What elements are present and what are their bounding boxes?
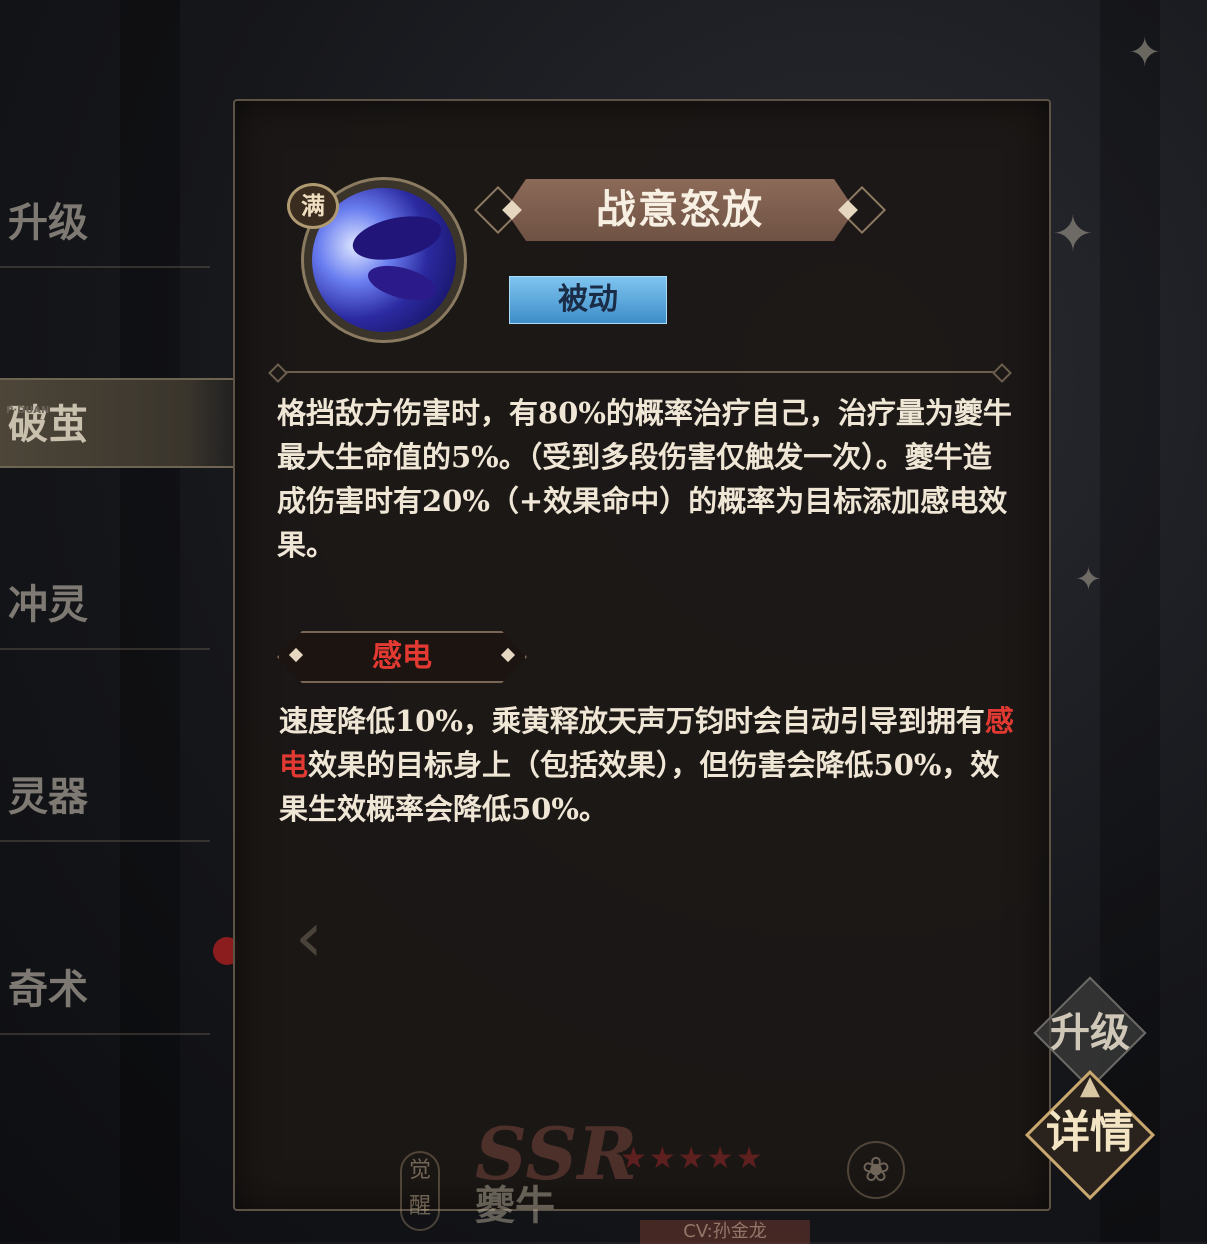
- divider: [268, 363, 1012, 383]
- skill-type-badge: 被动: [509, 276, 667, 324]
- sparkle-icon: ✦: [1128, 30, 1162, 76]
- detail-button[interactable]: ▲ 详情: [1022, 1069, 1158, 1201]
- skill-name: 战意怒放: [596, 186, 764, 233]
- sidebar-item-sublabel: P·DUAN: [6, 405, 50, 416]
- sidebar-item-lingqi[interactable]: 灵器: [0, 752, 210, 842]
- upgrade-button[interactable]: 升级: [1033, 976, 1147, 1090]
- effect-desc-text: 效果的目标身上（包括效果），但伤害会降低50%，效果生效概率会降低50%。: [279, 748, 1000, 826]
- sidebar-item-label: 升级: [8, 199, 88, 246]
- character-name: 夔牛: [475, 1182, 555, 1229]
- effect-name: 感电: [372, 639, 432, 674]
- effect-desc-text: 速度降低10%，乘黄释放天声万钧时会自动引导到拥有: [279, 704, 985, 738]
- star-rating: ★★★★★: [620, 1141, 765, 1176]
- sidebar-item-qishu[interactable]: 奇术: [0, 945, 210, 1035]
- upgrade-button-label: 升级: [1050, 1009, 1130, 1056]
- sparkle-icon: ✦: [1052, 205, 1094, 263]
- sidebar: 升级 破茧 P·DUAN 冲灵 灵器 奇术: [0, 130, 240, 1060]
- sparkle-icon: ✦: [1075, 560, 1102, 598]
- chevron-up-icon: ▲: [1080, 1071, 1100, 1101]
- sidebar-item-chongling[interactable]: 冲灵: [0, 560, 210, 650]
- max-level-badge: 满: [287, 183, 339, 229]
- sidebar-item-pojian[interactable]: 破茧 P·DUAN: [0, 378, 235, 468]
- skill-description: 格挡敌方伤害时，有80%的概率治疗自己，治疗量为夔牛最大生命值的5%。（受到多段…: [277, 396, 1012, 562]
- sidebar-item-label: 冲灵: [8, 581, 88, 628]
- awaken-badge: 觉醒: [400, 1151, 440, 1231]
- flower-icon[interactable]: ❀: [847, 1141, 905, 1199]
- sidebar-item-label: 灵器: [8, 773, 88, 820]
- sidebar-item-label: 奇术: [8, 966, 88, 1013]
- chevron-left-icon[interactable]: ‹: [295, 896, 323, 978]
- cv-label: CV:孙金龙: [640, 1220, 810, 1244]
- effect-description: 速度降低10%，乘黄释放天声万钧时会自动引导到拥有感电效果的目标身上（包括效果）…: [279, 699, 1019, 831]
- detail-button-label: 详情: [1046, 1107, 1134, 1158]
- sidebar-item-upgrade[interactable]: 升级: [0, 178, 210, 268]
- effect-tag: 感电: [277, 631, 527, 683]
- skill-detail-panel: ‹ 满 战意怒放 被动 格挡敌方伤害时，有80%的概率治疗自己，治疗量为夔牛最大…: [233, 99, 1051, 1231]
- skill-title-banner: 战意怒放: [473, 177, 887, 243]
